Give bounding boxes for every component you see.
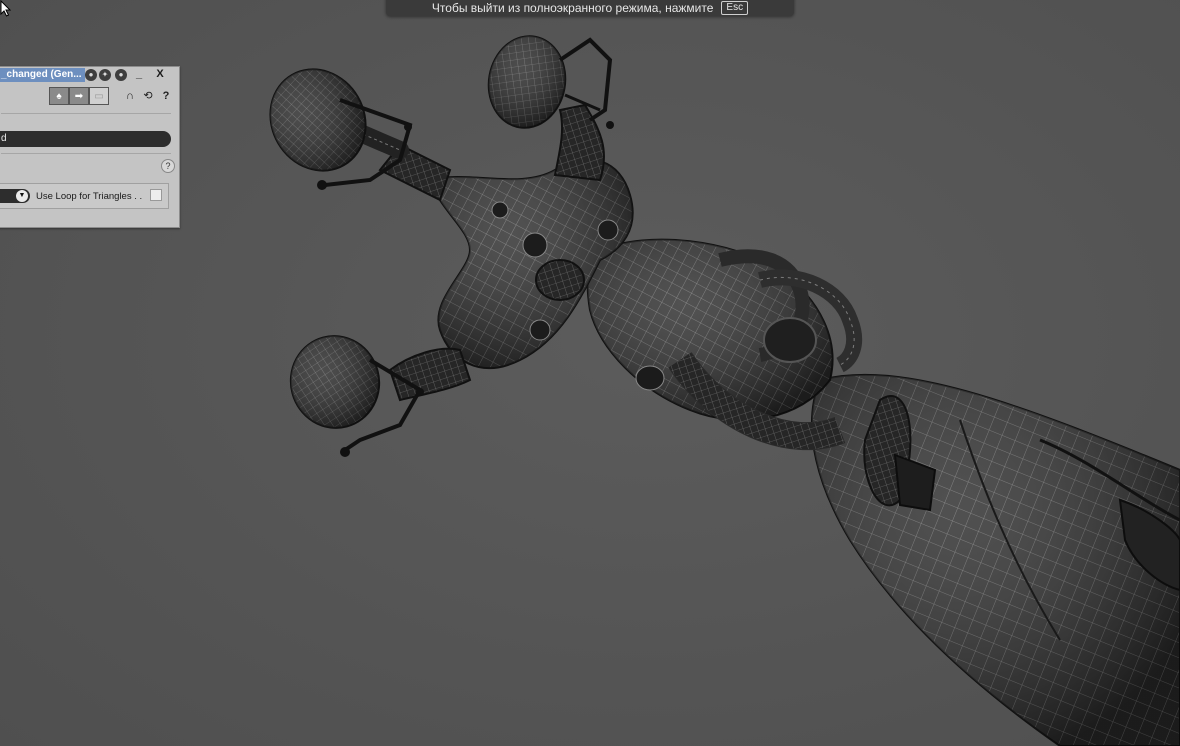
use-loop-checkbox[interactable]	[150, 189, 162, 201]
info-icon[interactable]: ●	[115, 69, 127, 81]
panel-titlebar[interactable]: _changed (Gen... ● ✦ ● _ X	[0, 67, 179, 84]
checkbox-label: Use Loop for Triangles . .	[36, 191, 143, 202]
esc-key-badge: Esc	[721, 1, 749, 15]
mouse-cursor-icon	[0, 0, 12, 17]
panel-title: _changed (Gen...	[0, 68, 85, 82]
notification-text: Чтобы выйти из полноэкранного режима, на…	[431, 1, 714, 15]
loop-dropdown[interactable]: ▼	[0, 189, 30, 203]
close-button[interactable]: X	[153, 67, 167, 81]
move-icon[interactable]: ➡	[69, 87, 89, 105]
mode-field[interactable]: d	[0, 131, 171, 147]
suction-cup-2	[487, 35, 614, 129]
options-group: ▼ Use Loop for Triangles . .	[0, 183, 169, 209]
panel-toolbar: ♠ ➡ ▭	[49, 87, 109, 105]
help-icon[interactable]: ?	[159, 89, 173, 103]
suction-cup-1	[269, 68, 413, 190]
pin-icon[interactable]: ●	[85, 69, 97, 81]
symmetry-icon[interactable]: ⟲	[141, 89, 155, 103]
magnet-icon[interactable]: ∩	[123, 89, 137, 103]
pin-icon[interactable]: ♠	[49, 87, 69, 105]
rect-icon[interactable]: ▭	[89, 87, 109, 105]
modifier-panel: _changed (Gen... ● ✦ ● _ X ♠ ➡ ▭ ∩ ⟲ ? d…	[0, 66, 180, 228]
minimize-button[interactable]: _	[133, 67, 145, 81]
help-icon[interactable]: ?	[161, 159, 175, 173]
chevron-down-icon[interactable]: ▼	[16, 190, 28, 202]
fullscreen-notification: Чтобы выйти из полноэкранного режима, на…	[386, 0, 794, 16]
finger-3-mesh	[388, 347, 472, 402]
settings-icon[interactable]: ✦	[99, 69, 111, 81]
divider	[1, 113, 171, 114]
divider	[1, 153, 171, 154]
